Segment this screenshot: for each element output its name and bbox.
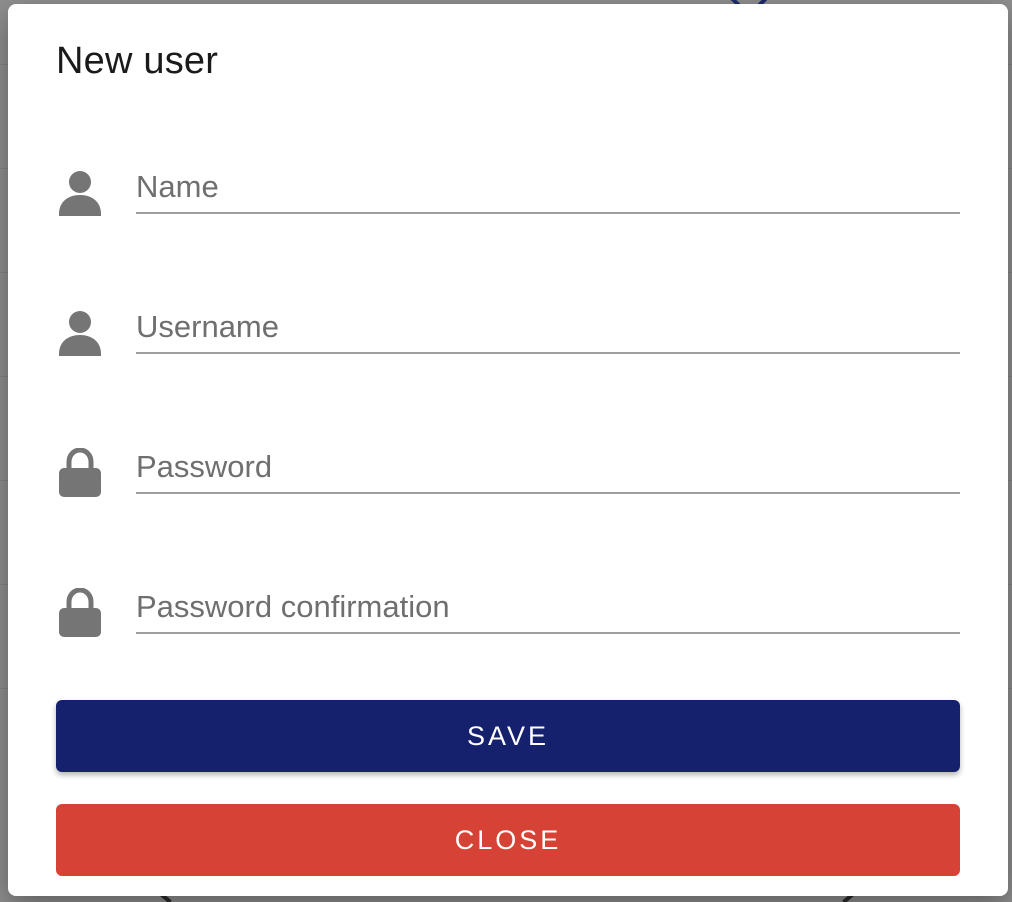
dialog-title: New user: [56, 40, 219, 82]
save-button[interactable]: SAVE: [56, 700, 960, 772]
password-confirmation-input[interactable]: [136, 582, 960, 634]
lock-icon: [59, 588, 101, 637]
new-user-dialog: New user SAVE CLOSE: [8, 4, 1008, 896]
password-confirmation-field-row: [56, 582, 960, 642]
person-icon: [59, 171, 101, 216]
username-field-row: [56, 302, 960, 362]
username-input[interactable]: [136, 302, 960, 354]
password-field-row: [56, 442, 960, 502]
person-icon: [59, 311, 101, 356]
name-input[interactable]: [136, 162, 960, 214]
lock-icon: [59, 448, 101, 497]
password-input[interactable]: [136, 442, 960, 494]
name-field-row: [56, 162, 960, 222]
close-button[interactable]: CLOSE: [56, 804, 960, 876]
